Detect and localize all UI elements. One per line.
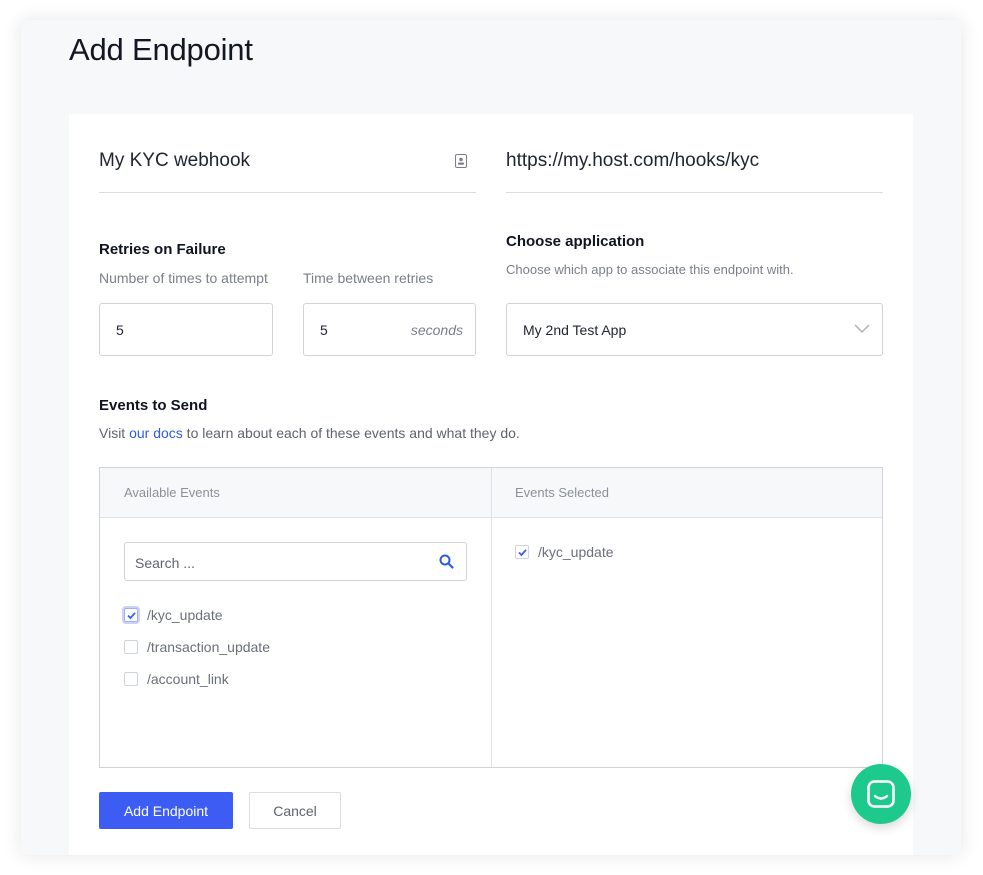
add-endpoint-button[interactable]: Add Endpoint — [99, 792, 233, 829]
event-search-box[interactable] — [124, 542, 467, 581]
interval-unit: seconds — [410, 322, 463, 338]
chat-launcher-button[interactable] — [851, 764, 911, 824]
available-event-item[interactable]: /kyc_update — [124, 605, 223, 625]
interval-input[interactable]: 5 seconds — [303, 303, 476, 356]
endpoint-url-field[interactable]: https://my.host.com/hooks/kyc — [506, 114, 883, 193]
search-icon[interactable] — [439, 554, 454, 569]
event-search-input[interactable] — [133, 552, 427, 574]
checkmark-icon — [518, 549, 527, 557]
events-intro: Visit our docs to learn about each of th… — [99, 425, 520, 441]
page-title: Add Endpoint — [69, 32, 253, 67]
chevron-down-icon[interactable] — [854, 322, 870, 334]
interval-value[interactable]: 5 — [320, 322, 328, 338]
event-label: /transaction_update — [147, 639, 270, 655]
contact-card-icon[interactable] — [455, 154, 467, 168]
event-label: /account_link — [147, 671, 229, 687]
event-label: /kyc_update — [538, 544, 614, 560]
checkbox[interactable] — [124, 608, 138, 622]
available-events-header: Available Events — [124, 485, 220, 500]
checkmark-icon — [127, 612, 136, 620]
events-picker: Available Events Events Selected /kyc_up… — [99, 467, 883, 768]
application-heading: Choose application — [506, 233, 645, 250]
event-label: /kyc_update — [147, 607, 223, 623]
events-intro-suffix: to learn about each of these events and … — [182, 425, 520, 441]
checkbox[interactable] — [515, 545, 529, 559]
endpoint-url-value[interactable]: https://my.host.com/hooks/kyc — [506, 150, 759, 172]
endpoint-name-value[interactable]: My KYC webhook — [99, 150, 250, 172]
attempts-label: Number of times to attempt — [99, 270, 268, 286]
add-endpoint-modal: Add Endpoint My KYC webhook https://my.h… — [21, 20, 961, 855]
docs-link[interactable]: our docs — [129, 425, 183, 441]
application-select[interactable]: My 2nd Test App — [506, 303, 883, 356]
column-divider — [491, 468, 492, 767]
available-event-item[interactable]: /account_link — [124, 669, 229, 689]
available-event-item[interactable]: /transaction_update — [124, 637, 270, 657]
events-heading: Events to Send — [99, 397, 208, 414]
application-hint: Choose which app to associate this endpo… — [506, 262, 794, 277]
interval-label: Time between retries — [303, 270, 434, 286]
endpoint-name-field[interactable]: My KYC webhook — [99, 114, 476, 193]
attempts-value[interactable]: 5 — [116, 322, 124, 338]
selected-events-header: Events Selected — [515, 485, 609, 500]
attempts-input[interactable]: 5 — [99, 303, 273, 356]
chat-icon — [867, 780, 895, 808]
checkbox[interactable] — [124, 640, 138, 654]
events-intro-prefix: Visit — [99, 425, 130, 441]
endpoint-form-card: My KYC webhook https://my.host.com/hooks… — [69, 114, 913, 855]
cancel-button[interactable]: Cancel — [249, 792, 341, 829]
checkbox[interactable] — [124, 672, 138, 686]
retries-heading: Retries on Failure — [99, 241, 226, 258]
application-selected: My 2nd Test App — [523, 322, 627, 338]
selected-event-item[interactable]: /kyc_update — [515, 542, 614, 562]
